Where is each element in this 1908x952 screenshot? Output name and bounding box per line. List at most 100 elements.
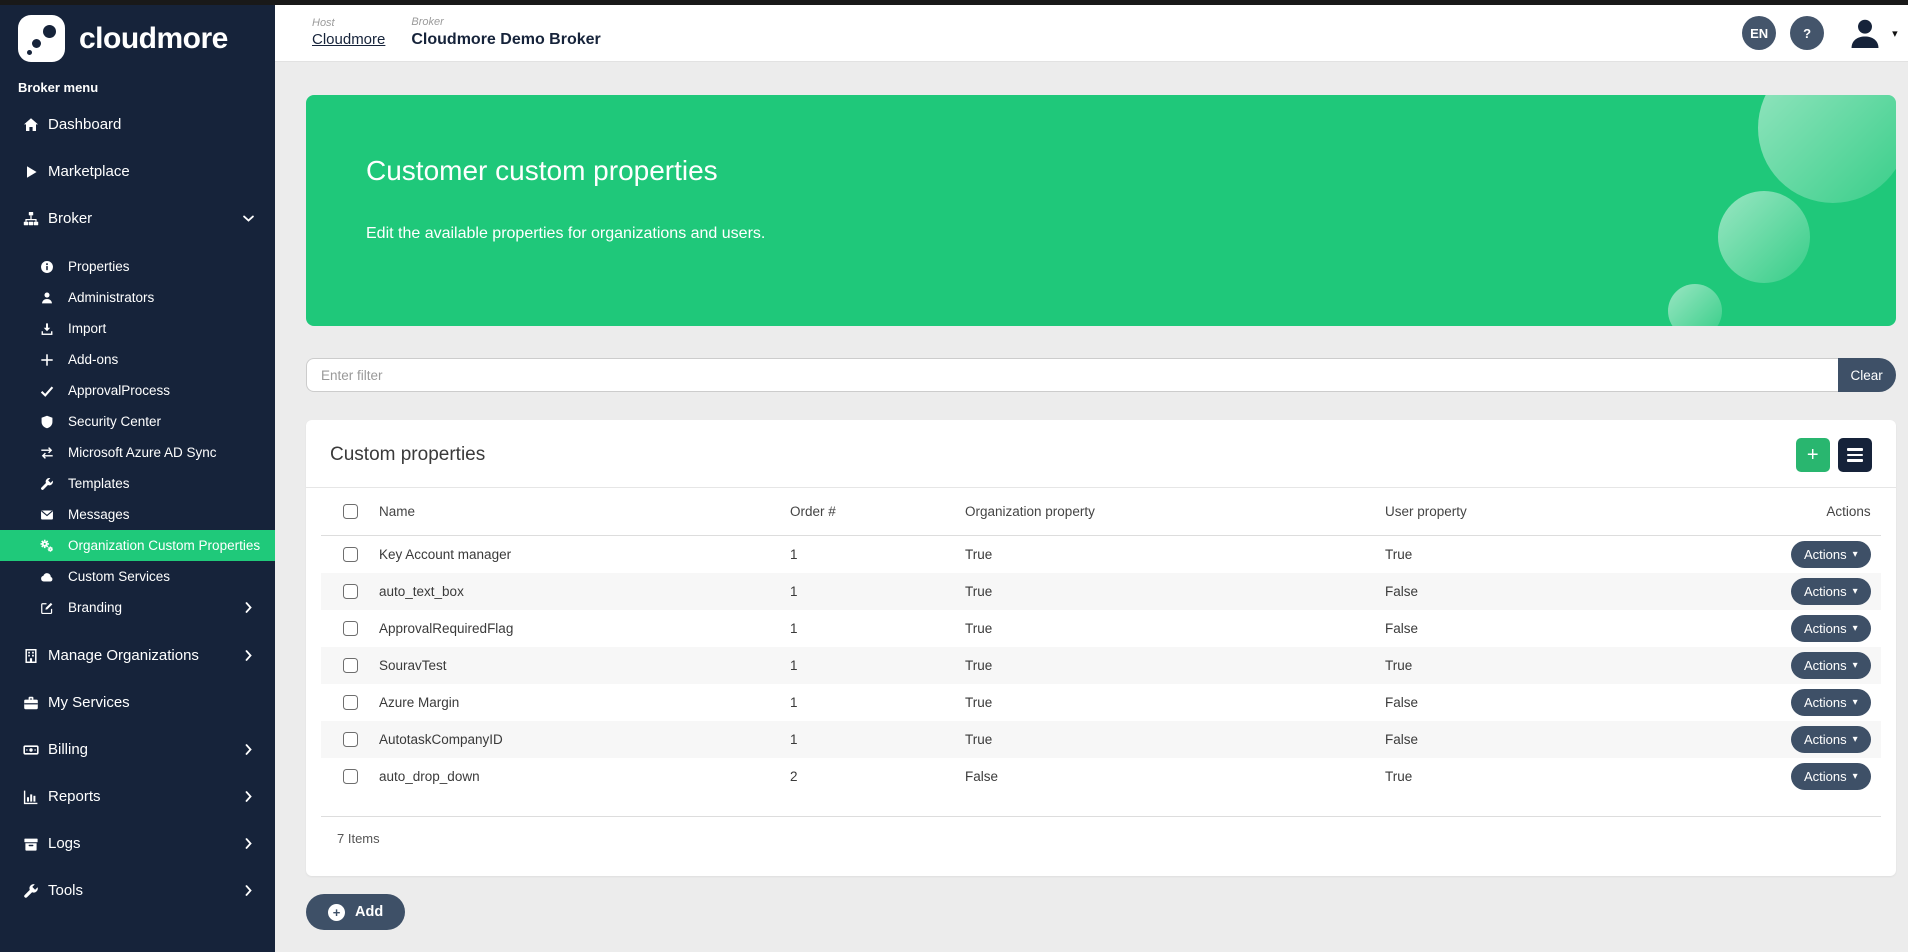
table-row: AutotaskCompanyID1TrueFalseActions▾ — [321, 721, 1881, 758]
broker-menu-label: Broker menu — [18, 80, 257, 95]
sidebar-item-properties[interactable]: Properties — [0, 251, 275, 282]
sidebar-item-security-center[interactable]: Security Center — [0, 406, 275, 437]
sidebar-item-approvalprocess[interactable]: ApprovalProcess — [0, 375, 275, 406]
row-actions-button[interactable]: Actions▾ — [1791, 615, 1871, 642]
column-header-org-property: Organization property — [951, 504, 1371, 519]
caret-down-icon: ▾ — [1853, 697, 1858, 708]
row-actions-button[interactable]: Actions▾ — [1791, 763, 1871, 790]
sidebar-item-label: Dashboard — [48, 116, 121, 133]
logo-text: cloudmore — [79, 22, 228, 56]
row-checkbox[interactable] — [343, 695, 358, 710]
cell-order: 1 — [776, 658, 951, 673]
sidebar-item-custom-services[interactable]: Custom Services — [0, 561, 275, 592]
sidebar-item-add-ons[interactable]: Add-ons — [0, 344, 275, 375]
sidebar-item-label: Branding — [68, 600, 122, 615]
row-checkbox[interactable] — [343, 769, 358, 784]
hero-banner: Customer custom properties Edit the avai… — [306, 95, 1896, 326]
row-actions-button[interactable]: Actions▾ — [1791, 578, 1871, 605]
logo[interactable]: cloudmore — [18, 15, 275, 62]
cell-name: auto_drop_down — [371, 769, 776, 784]
table-row: auto_text_box1TrueFalseActions▾ — [321, 573, 1881, 610]
broker-name: Cloudmore Demo Broker — [411, 30, 600, 50]
cell-organization-property: True — [951, 584, 1371, 599]
user-menu[interactable]: ▾ — [1846, 14, 1898, 52]
sidebar-item-reports[interactable]: Reports — [0, 773, 275, 820]
list-view-button[interactable] — [1838, 438, 1872, 472]
language-button[interactable]: EN — [1742, 16, 1776, 50]
select-all-checkbox[interactable] — [343, 504, 358, 519]
sidebar-item-tools[interactable]: Tools — [0, 867, 275, 914]
cell-name: SouravTest — [371, 658, 776, 673]
row-checkbox[interactable] — [343, 547, 358, 562]
page-content: Customer custom properties Edit the avai… — [275, 62, 1908, 930]
column-header-order: Order # — [776, 504, 951, 519]
cell-user-property: False — [1371, 621, 1791, 636]
row-checkbox[interactable] — [343, 658, 358, 673]
sidebar-item-label: My Services — [48, 694, 130, 711]
breadcrumb-broker: Broker Cloudmore Demo Broker — [411, 16, 600, 50]
money-icon — [18, 742, 44, 758]
sidebar-item-label: Tools — [48, 882, 83, 899]
row-checkbox[interactable] — [343, 732, 358, 747]
custom-properties-card: Custom properties + Name — [306, 420, 1896, 876]
chart-icon — [18, 789, 44, 805]
sidebar-item-logs[interactable]: Logs — [0, 820, 275, 867]
row-actions-button[interactable]: Actions▾ — [1791, 689, 1871, 716]
table-row: Key Account manager1TrueTrueActions▾ — [321, 536, 1881, 573]
caret-down-icon: ▾ — [1853, 586, 1858, 597]
gears-icon — [34, 539, 60, 553]
sidebar-item-billing[interactable]: Billing — [0, 726, 275, 773]
sidebar-item-marketplace[interactable]: Marketplace — [0, 148, 275, 195]
cloudmore-logo-icon — [18, 15, 65, 62]
caret-down-icon: ▾ — [1853, 623, 1858, 634]
row-actions-button[interactable]: Actions▾ — [1791, 541, 1871, 568]
chevron-right-icon — [242, 837, 255, 850]
sidebar-item-organization-custom-properties[interactable]: Organization Custom Properties — [0, 530, 275, 561]
sidebar-item-label: ApprovalProcess — [68, 383, 170, 398]
sidebar-item-dashboard[interactable]: Dashboard — [0, 101, 275, 148]
items-count: 7 Items — [321, 816, 1881, 846]
decor-bubble — [1668, 284, 1722, 326]
help-button[interactable]: ? — [1790, 16, 1824, 50]
sidebar-item-import[interactable]: Import — [0, 313, 275, 344]
caret-down-icon: ▾ — [1892, 27, 1898, 40]
sidebar-item-administrators[interactable]: Administrators — [0, 282, 275, 313]
chevron-right-icon — [242, 884, 255, 897]
sidebar-item-messages[interactable]: Messages — [0, 499, 275, 530]
sidebar-item-my-services[interactable]: My Services — [0, 679, 275, 726]
home-icon — [18, 117, 44, 133]
chevron-right-icon — [242, 649, 255, 662]
row-checkbox[interactable] — [343, 584, 358, 599]
plus-icon — [34, 353, 60, 367]
row-actions-button[interactable]: Actions▾ — [1791, 726, 1871, 753]
sidebar-item-manage-organizations[interactable]: Manage Organizations — [0, 632, 275, 679]
row-actions-button[interactable]: Actions▾ — [1791, 652, 1871, 679]
cell-organization-property: True — [951, 621, 1371, 636]
filter-input[interactable] — [306, 358, 1838, 392]
sidebar-item-microsoft-azure-ad-sync[interactable]: Microsoft Azure AD Sync — [0, 437, 275, 468]
sidebar-item-label: Reports — [48, 788, 101, 805]
row-checkbox[interactable] — [343, 621, 358, 636]
cell-name: Azure Margin — [371, 695, 776, 710]
add-property-button[interactable]: + — [1796, 438, 1830, 472]
sidebar: cloudmore Broker menu Dashboard Marketpla… — [0, 5, 275, 952]
page-title: Customer custom properties — [366, 155, 1896, 187]
decor-bubble — [1718, 191, 1810, 283]
sidebar-item-label: Import — [68, 321, 106, 336]
sidebar-item-label: Logs — [48, 835, 81, 852]
play-icon — [18, 164, 44, 180]
clear-filter-button[interactable]: Clear — [1838, 358, 1896, 392]
table-header-row: Name Order # Organization property User … — [321, 488, 1881, 536]
sidebar-item-templates[interactable]: Templates — [0, 468, 275, 499]
properties-table: Name Order # Organization property User … — [306, 488, 1896, 846]
plus-icon: + — [1807, 444, 1819, 467]
host-link[interactable]: Cloudmore — [312, 31, 385, 50]
sidebar-item-branding[interactable]: Branding — [0, 592, 275, 623]
column-header-name: Name — [371, 504, 776, 519]
sidebar-item-label: Administrators — [68, 290, 154, 305]
add-button[interactable]: + Add — [306, 894, 405, 930]
sidebar-item-broker[interactable]: Broker — [0, 195, 275, 242]
shield-icon — [34, 415, 60, 429]
chevron-right-icon — [242, 790, 255, 803]
info-icon — [34, 260, 60, 274]
